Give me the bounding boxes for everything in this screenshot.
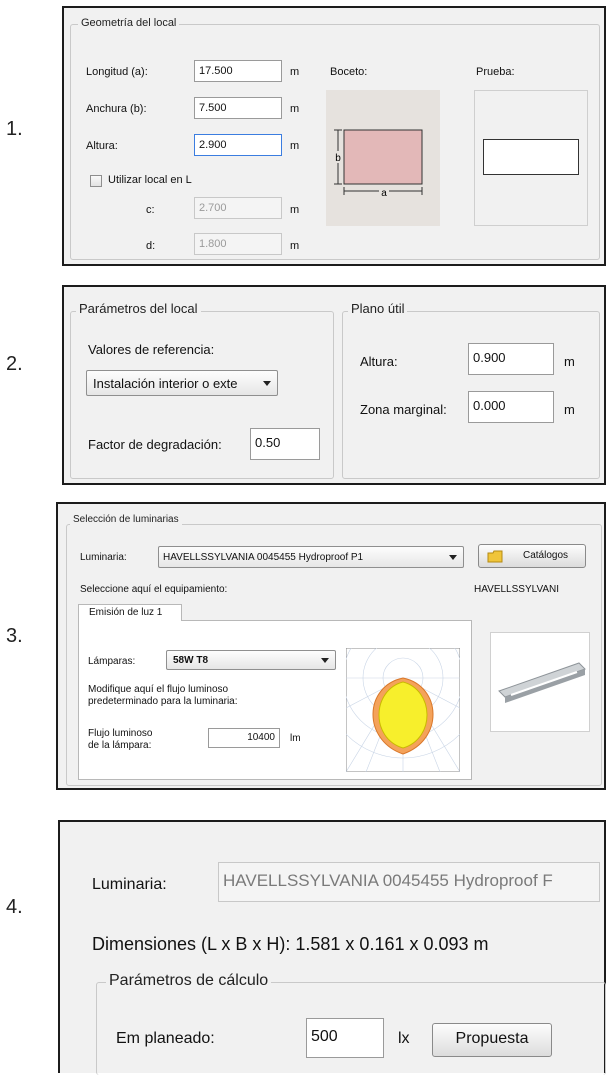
geometry-group-title: Geometría del local [78,17,180,29]
lamp-flux-unit: lm [290,733,301,744]
equipment-hint: Seleccione aquí el equipamiento: [80,584,228,595]
margin-zone-label: Zona marginal: [360,402,447,417]
width-input[interactable]: 7.500 [194,97,282,119]
chevron-down-icon [263,381,271,386]
lamps-label: Lámparas: [88,656,136,667]
preview-box [474,90,588,226]
work-plane-height-unit: m [564,354,575,369]
catalog-folder-icon [487,550,503,563]
d-unit: m [290,240,300,252]
luminaire-label: Luminaria: [92,876,167,893]
luminaire-select[interactable]: HAVELLSSYLVANIA 0045455 Hydroproof P1 [158,546,464,568]
lamps-select[interactable]: 58W T8 [166,650,336,670]
luminaire-image [498,662,586,703]
sketch-a-label: a [381,188,387,199]
luminaire-label: Luminaria: [80,552,127,563]
height-input[interactable]: 2.900 [194,134,282,156]
chevron-down-icon [449,555,457,560]
calculation-panel: Luminaria: HAVELLSSYLVANIA 0045455 Hydro… [58,820,606,1075]
polar-diagram [346,648,460,772]
luminaire-name-field[interactable]: HAVELLSSYLVANIA 0045455 Hydroproof F [218,862,600,902]
preview-shape [483,139,579,175]
width-unit: m [290,103,300,115]
c-unit: m [290,204,300,216]
luminaire-selection-panel: Selección de luminarias Luminaria: HAVEL… [56,502,606,790]
length-label: Longitud (a): [86,66,148,78]
room-parameters-panel: Parámetros del local Valores de referenc… [62,285,606,485]
lamp-flux-label-2: de la lámpara: [88,740,152,751]
dimensions-text: Dimensiones (L x B x H): 1.581 x 0.161 x… [92,934,489,954]
planned-illuminance-input[interactable]: 500 [306,1018,384,1058]
margin-zone-input[interactable]: 0.000 [468,391,554,423]
sketch-b-label: b [335,153,341,164]
planned-illuminance-unit: lx [398,1030,410,1047]
reference-values-select[interactable]: Instalación interior o exte [86,370,278,396]
l-shaped-room-label: Utilizar local en L [108,174,192,186]
room-sketch: a b [326,90,440,226]
section-number-4: 4. [6,896,23,918]
room-params-title: Parámetros del local [76,301,201,316]
section-number-2: 2. [6,353,23,375]
preview-label: Prueba: [476,66,515,78]
section-number-1: 1. [6,118,23,140]
catalogs-button[interactable]: Catálogos [478,544,586,568]
tab-light-emission-1[interactable]: Emisión de luz 1 [78,604,182,621]
catalogs-button-label: Catálogos [523,550,569,561]
reference-values-value: Instalación interior o exte [93,376,238,391]
luminaire-select-value: HAVELLSSYLVANIA 0045455 Hydroproof P1 [163,552,364,563]
lamp-flux-label-1: Flujo luminoso [88,728,153,739]
tab-light-emission-1-label: Emisión de luz 1 [89,607,163,618]
chevron-down-icon [321,658,329,663]
height-label: Altura: [86,140,118,152]
d-label: d: [146,240,156,252]
reference-values-label: Valores de referencia: [88,342,215,357]
length-input[interactable]: 17.500 [194,60,282,82]
luminaire-brand: HAVELLSSYLVANI [474,584,560,595]
sketch-label: Boceto: [330,66,368,78]
proposal-button[interactable]: Propuesta [432,1023,552,1057]
work-plane-height-input[interactable]: 0.900 [468,343,554,375]
lamps-select-value: 58W T8 [173,655,209,666]
c-label: c: [146,204,155,216]
calc-params-title: Parámetros de cálculo [106,972,272,990]
planned-illuminance-label: Em planeado: [116,1030,215,1047]
c-input[interactable]: 2.700 [194,197,282,219]
margin-zone-unit: m [564,402,575,417]
degradation-factor-input[interactable]: 0.50 [250,428,320,460]
d-input[interactable]: 1.800 [194,233,282,255]
room-geometry-panel: Geometría del local Longitud (a): 17.500… [62,6,606,266]
width-label: Anchura (b): [86,103,147,115]
l-shaped-room-checkbox[interactable] [90,175,102,187]
luminaire-selection-title: Selección de luminarias [70,514,182,525]
modify-flux-hint-2: predeterminado para la luminaria: [88,696,238,707]
modify-flux-hint-1: Modifique aquí el flujo luminoso [88,684,229,695]
section-number-3: 3. [6,625,23,647]
degradation-factor-label: Factor de degradación: [88,437,222,452]
work-plane-height-label: Altura: [360,354,398,369]
lamp-flux-input[interactable]: 10400 [208,728,280,748]
work-plane-title: Plano útil [348,301,408,316]
length-unit: m [290,66,300,78]
luminaire-photo [490,632,590,732]
height-unit: m [290,140,300,152]
